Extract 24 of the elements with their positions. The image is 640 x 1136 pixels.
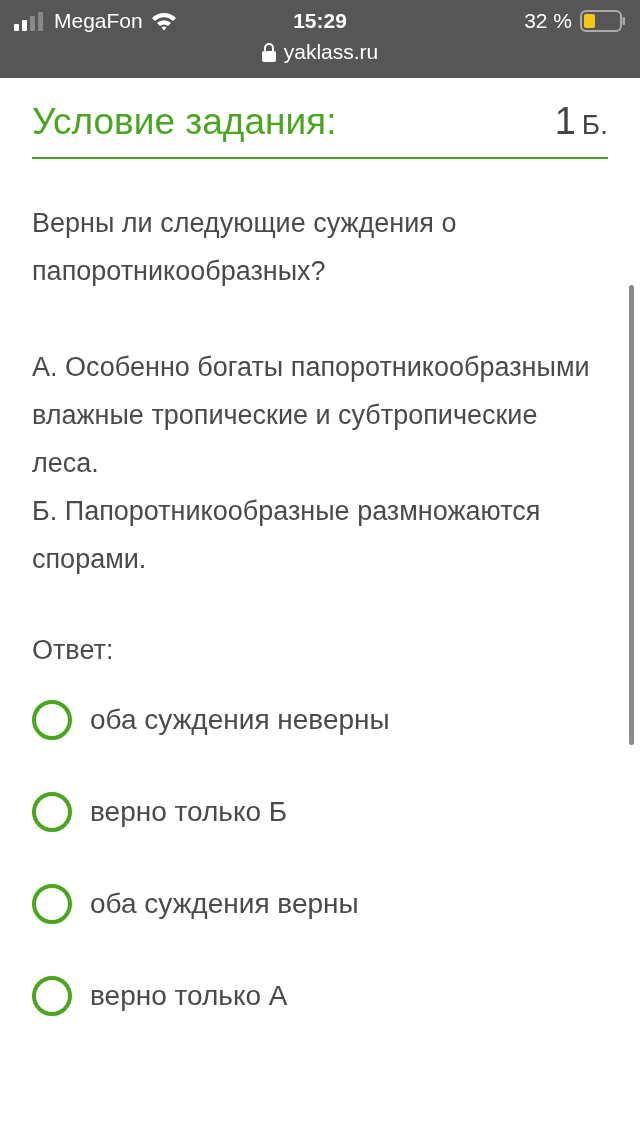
site-address[interactable]: yaklass.ru <box>283 40 379 64</box>
battery-icon <box>580 10 626 32</box>
battery-percent: 32 % <box>524 9 572 33</box>
task-title: Условие задания: <box>32 101 337 143</box>
points-unit: Б. <box>581 109 608 141</box>
signal-icon <box>14 11 46 31</box>
radio-button[interactable] <box>32 884 72 924</box>
question-text: Б. Папоротникообразные размножаются спорами. <box>32 495 542 576</box>
answer-label: Ответ: <box>32 635 115 666</box>
points-value: 1 <box>554 100 576 143</box>
carrier-name: MegaFon <box>54 9 143 33</box>
option-label[interactable]: верно только Б <box>90 796 288 828</box>
wifi-icon <box>150 11 177 31</box>
radio-button[interactable] <box>32 792 72 832</box>
question-text: Верны ли следующие суждения о папоротникообразных? <box>32 207 458 288</box>
lock-icon <box>261 42 276 62</box>
radio-button[interactable] <box>32 976 72 1016</box>
radio-button[interactable] <box>32 700 72 740</box>
scrollbar[interactable] <box>629 285 634 745</box>
clock-time: 15:29 <box>293 9 347 33</box>
question-text: А. Особенно богаты папоротникообразными влажные тропические и субтропические леса. <box>32 351 591 480</box>
option-label[interactable]: верно только А <box>90 980 288 1012</box>
option-label[interactable]: оба суждения верны <box>90 888 359 920</box>
option-label[interactable]: оба суждения неверны <box>90 704 390 736</box>
